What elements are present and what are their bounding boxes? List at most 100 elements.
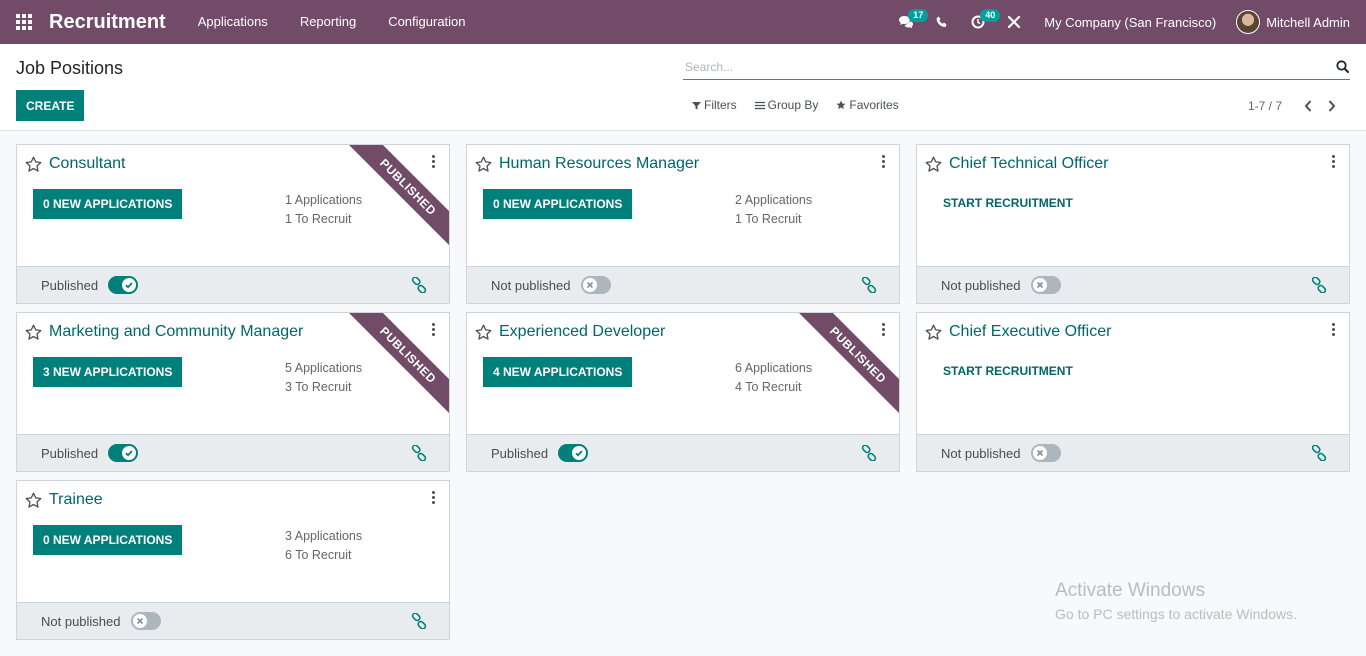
- website-link-icon[interactable]: [1311, 277, 1327, 293]
- website-link-icon[interactable]: [411, 277, 427, 293]
- card-menu-icon[interactable]: [877, 323, 889, 339]
- publish-status-label: Not published: [941, 445, 1021, 461]
- card-menu-icon[interactable]: [427, 323, 439, 339]
- applications-count[interactable]: 2 Applications: [735, 191, 812, 210]
- job-name[interactable]: Chief Technical Officer: [949, 155, 1108, 173]
- job-card[interactable]: Chief Technical Officer START RECRUITMEN…: [916, 144, 1350, 304]
- publish-toggle[interactable]: [130, 612, 161, 630]
- list-icon: [754, 101, 765, 109]
- search-icon[interactable]: [1334, 59, 1350, 75]
- publish-toggle[interactable]: [1030, 444, 1061, 462]
- website-link-icon[interactable]: [861, 277, 877, 293]
- favorite-star-icon[interactable]: [25, 156, 42, 173]
- to-recruit-count[interactable]: 3 To Recruit: [285, 378, 362, 397]
- job-stats: 5 Applications 3 To Recruit: [285, 359, 362, 397]
- job-name[interactable]: Experienced Developer: [499, 323, 665, 341]
- search-input[interactable]: [683, 59, 1334, 74]
- to-recruit-count[interactable]: 1 To Recruit: [285, 210, 362, 229]
- card-footer: Not published: [917, 266, 1349, 303]
- publish-status-label: Published: [491, 445, 549, 461]
- check-icon: [125, 282, 133, 289]
- card-footer: Not published: [467, 266, 899, 303]
- publish-toggle[interactable]: [108, 444, 139, 462]
- menu-applications[interactable]: Applications: [182, 0, 284, 44]
- star-filled-icon: [836, 100, 846, 110]
- company-switcher[interactable]: My Company (San Francisco): [1032, 15, 1236, 30]
- messages-icon[interactable]: 17: [888, 0, 929, 44]
- new-applications-button[interactable]: 0 NEW APPLICATIONS: [483, 189, 633, 219]
- new-applications-button[interactable]: 0 NEW APPLICATIONS: [33, 189, 183, 219]
- new-applications-button[interactable]: 0 NEW APPLICATIONS: [33, 525, 183, 555]
- pager-next-button[interactable]: [1320, 97, 1344, 115]
- publish-toggle[interactable]: [558, 444, 589, 462]
- card-menu-icon[interactable]: [1327, 323, 1339, 339]
- job-card[interactable]: Marketing and Community Manager 3 NEW AP…: [16, 312, 450, 472]
- publish-toggle[interactable]: [1030, 276, 1061, 294]
- menu-configuration[interactable]: Configuration: [372, 0, 481, 44]
- card-menu-icon[interactable]: [427, 491, 439, 507]
- job-stats: 2 Applications 1 To Recruit: [735, 191, 812, 229]
- favorite-star-icon[interactable]: [475, 324, 492, 341]
- new-applications-button[interactable]: 3 NEW APPLICATIONS: [33, 357, 183, 387]
- job-name[interactable]: Consultant: [49, 155, 126, 173]
- pager-value[interactable]: 1-7 / 7: [1248, 99, 1282, 113]
- menu-reporting[interactable]: Reporting: [284, 0, 372, 44]
- publish-toggle[interactable]: [108, 276, 139, 294]
- job-card[interactable]: Chief Executive Officer START RECRUITMEN…: [916, 312, 1350, 472]
- applications-count[interactable]: 3 Applications: [285, 527, 362, 546]
- website-link-icon[interactable]: [411, 445, 427, 461]
- favorite-star-icon[interactable]: [925, 156, 942, 173]
- activities-icon[interactable]: 40: [960, 0, 1001, 44]
- applications-count[interactable]: 6 Applications: [735, 359, 812, 378]
- job-stats: 6 Applications 4 To Recruit: [735, 359, 812, 397]
- to-recruit-count[interactable]: 6 To Recruit: [285, 546, 362, 565]
- favorite-star-icon[interactable]: [475, 156, 492, 173]
- phone-icon[interactable]: [924, 0, 960, 44]
- favorite-star-icon[interactable]: [25, 324, 42, 341]
- card-menu-icon[interactable]: [877, 155, 889, 171]
- job-name[interactable]: Human Resources Manager: [499, 155, 699, 173]
- favorite-star-icon[interactable]: [925, 324, 942, 341]
- favorites-button[interactable]: Favorites: [836, 98, 899, 112]
- close-icon: [1036, 281, 1043, 289]
- page-title: Job Positions: [16, 58, 124, 78]
- start-recruitment-link[interactable]: START RECRUITMENT: [943, 364, 1073, 378]
- close-icon: [586, 281, 593, 289]
- favorites-label: Favorites: [849, 98, 899, 112]
- apps-menu-icon[interactable]: [0, 0, 48, 44]
- card-footer: Published: [17, 434, 449, 471]
- to-recruit-count[interactable]: 4 To Recruit: [735, 378, 812, 397]
- website-link-icon[interactable]: [861, 445, 877, 461]
- favorite-star-icon[interactable]: [25, 492, 42, 509]
- app-brand[interactable]: Recruitment: [49, 11, 166, 34]
- card-menu-icon[interactable]: [427, 155, 439, 171]
- to-recruit-count[interactable]: 1 To Recruit: [735, 210, 812, 229]
- filters-label: Filters: [704, 98, 737, 112]
- job-card[interactable]: Trainee 0 NEW APPLICATIONS 3 Applications…: [16, 480, 450, 640]
- job-name[interactable]: Marketing and Community Manager: [49, 323, 303, 341]
- card-menu-icon[interactable]: [1327, 155, 1339, 171]
- windows-watermark: Activate Windows Go to PC settings to ac…: [1055, 580, 1297, 622]
- groupby-button[interactable]: Group By: [754, 98, 818, 112]
- new-applications-button[interactable]: 4 NEW APPLICATIONS: [483, 357, 633, 387]
- filters-button[interactable]: Filters: [692, 98, 737, 112]
- applications-count[interactable]: 1 Applications: [285, 191, 362, 210]
- job-card[interactable]: Human Resources Manager 0 NEW APPLICATIO…: [466, 144, 900, 304]
- job-card[interactable]: Consultant 0 NEW APPLICATIONS 1 Applicati…: [16, 144, 450, 304]
- applications-count[interactable]: 5 Applications: [285, 359, 362, 378]
- job-name[interactable]: Trainee: [49, 491, 103, 509]
- pager-previous-button[interactable]: [1296, 97, 1320, 115]
- debug-tools-icon[interactable]: [996, 0, 1032, 44]
- job-kanban: Consultant 0 NEW APPLICATIONS 1 Applicati…: [16, 144, 1350, 640]
- create-button[interactable]: CREATE: [16, 90, 85, 121]
- website-link-icon[interactable]: [411, 613, 427, 629]
- job-name[interactable]: Chief Executive Officer: [949, 323, 1111, 341]
- card-footer: Not published: [17, 602, 449, 639]
- job-card[interactable]: Experienced Developer 4 NEW APPLICATIONS…: [466, 312, 900, 472]
- publish-toggle[interactable]: [580, 276, 611, 294]
- start-recruitment-link[interactable]: START RECRUITMENT: [943, 196, 1073, 210]
- watermark-subtitle: Go to PC settings to activate Windows.: [1055, 606, 1297, 622]
- website-link-icon[interactable]: [1311, 445, 1327, 461]
- chevron-right-icon: [1328, 100, 1336, 112]
- user-menu[interactable]: Mitchell Admin: [1236, 10, 1366, 34]
